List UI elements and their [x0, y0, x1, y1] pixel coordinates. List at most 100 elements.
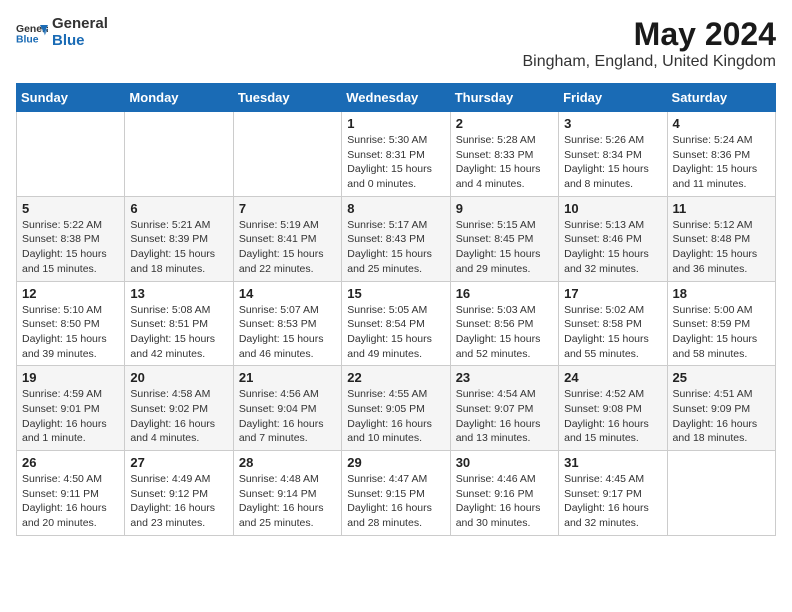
day-number: 14 [239, 286, 336, 301]
calendar-cell: 3 Sunrise: 5:26 AMSunset: 8:34 PMDaylight… [559, 112, 667, 197]
day-info: Sunrise: 5:28 AMSunset: 8:33 PMDaylight:… [456, 133, 553, 192]
day-info: Sunrise: 4:48 AMSunset: 9:14 PMDaylight:… [239, 472, 336, 531]
day-number: 23 [456, 370, 553, 385]
day-info: Sunrise: 5:03 AMSunset: 8:56 PMDaylight:… [456, 303, 553, 362]
calendar-cell [667, 451, 775, 536]
calendar-cell: 1 Sunrise: 5:30 AMSunset: 8:31 PMDaylight… [342, 112, 450, 197]
day-info: Sunrise: 4:46 AMSunset: 9:16 PMDaylight:… [456, 472, 553, 531]
day-number: 24 [564, 370, 661, 385]
week-row-2: 12Sunrise: 5:10 AMSunset: 8:50 PMDayligh… [17, 281, 776, 366]
day-info: Sunrise: 5:00 AMSunset: 8:59 PMDaylight:… [673, 303, 770, 362]
day-info: Sunrise: 5:21 AMSunset: 8:39 PMDaylight:… [130, 218, 227, 277]
calendar-cell: 28Sunrise: 4:48 AMSunset: 9:14 PMDayligh… [233, 451, 341, 536]
calendar-cell: 30 Sunrise: 4:46 AMSunset: 9:16 PMDayligh… [450, 451, 558, 536]
header-saturday: Saturday [667, 84, 775, 112]
calendar-cell: 24 Sunrise: 4:52 AMSunset: 9:08 PMDayligh… [559, 366, 667, 451]
calendar-cell: 14 Sunrise: 5:07 AMSunset: 8:53 PMDayligh… [233, 281, 341, 366]
day-info: Sunrise: 4:45 AMSunset: 9:17 PMDaylight:… [564, 472, 661, 531]
day-number: 3 [564, 116, 661, 131]
day-info: Sunrise: 4:49 AMSunset: 9:12 PMDaylight:… [130, 472, 227, 531]
header-wednesday: Wednesday [342, 84, 450, 112]
day-number: 1 [347, 116, 444, 131]
day-info: Sunrise: 4:58 AMSunset: 9:02 PMDaylight:… [130, 387, 227, 446]
calendar-cell: 22Sunrise: 4:55 AMSunset: 9:05 PMDayligh… [342, 366, 450, 451]
calendar-cell: 11 Sunrise: 5:12 AMSunset: 8:48 PMDayligh… [667, 196, 775, 281]
calendar-cell: 5 Sunrise: 5:22 AMSunset: 8:38 PMDaylight… [17, 196, 125, 281]
day-number: 20 [130, 370, 227, 385]
day-info: Sunrise: 4:59 AMSunset: 9:01 PMDaylight:… [22, 387, 119, 446]
header-sunday: Sunday [17, 84, 125, 112]
day-info: Sunrise: 5:12 AMSunset: 8:48 PMDaylight:… [673, 218, 770, 277]
logo-blue-text: Blue [52, 33, 108, 50]
calendar-cell: 12Sunrise: 5:10 AMSunset: 8:50 PMDayligh… [17, 281, 125, 366]
calendar-cell: 23 Sunrise: 4:54 AMSunset: 9:07 PMDayligh… [450, 366, 558, 451]
calendar-cell: 17 Sunrise: 5:02 AMSunset: 8:58 PMDayligh… [559, 281, 667, 366]
day-number: 10 [564, 201, 661, 216]
day-number: 6 [130, 201, 227, 216]
week-row-1: 5 Sunrise: 5:22 AMSunset: 8:38 PMDaylight… [17, 196, 776, 281]
day-info: Sunrise: 4:52 AMSunset: 9:08 PMDaylight:… [564, 387, 661, 446]
calendar-cell: 20 Sunrise: 4:58 AMSunset: 9:02 PMDayligh… [125, 366, 233, 451]
day-number: 2 [456, 116, 553, 131]
logo-icon: General Blue [16, 21, 48, 45]
header-tuesday: Tuesday [233, 84, 341, 112]
calendar-cell: 16 Sunrise: 5:03 AMSunset: 8:56 PMDayligh… [450, 281, 558, 366]
day-info: Sunrise: 4:55 AMSunset: 9:05 PMDaylight:… [347, 387, 444, 446]
location-subtitle: Bingham, England, United Kingdom [523, 53, 777, 71]
day-info: Sunrise: 4:51 AMSunset: 9:09 PMDaylight:… [673, 387, 770, 446]
calendar-cell: 4Sunrise: 5:24 AMSunset: 8:36 PMDaylight… [667, 112, 775, 197]
day-number: 8 [347, 201, 444, 216]
day-info: Sunrise: 5:22 AMSunset: 8:38 PMDaylight:… [22, 218, 119, 277]
day-info: Sunrise: 5:08 AMSunset: 8:51 PMDaylight:… [130, 303, 227, 362]
calendar-cell: 19 Sunrise: 4:59 AMSunset: 9:01 PMDayligh… [17, 366, 125, 451]
day-number: 4 [673, 116, 770, 131]
calendar-body: 1 Sunrise: 5:30 AMSunset: 8:31 PMDaylight… [17, 112, 776, 536]
day-info: Sunrise: 5:26 AMSunset: 8:34 PMDaylight:… [564, 133, 661, 192]
main-title: May 2024 [523, 16, 777, 53]
week-row-3: 19 Sunrise: 4:59 AMSunset: 9:01 PMDayligh… [17, 366, 776, 451]
day-number: 5 [22, 201, 119, 216]
day-info: Sunrise: 5:13 AMSunset: 8:46 PMDaylight:… [564, 218, 661, 277]
day-info: Sunrise: 5:07 AMSunset: 8:53 PMDaylight:… [239, 303, 336, 362]
day-info: Sunrise: 5:15 AMSunset: 8:45 PMDaylight:… [456, 218, 553, 277]
calendar-cell: 8Sunrise: 5:17 AMSunset: 8:43 PMDaylight… [342, 196, 450, 281]
calendar-cell: 26Sunrise: 4:50 AMSunset: 9:11 PMDayligh… [17, 451, 125, 536]
logo: General Blue General Blue [16, 16, 108, 49]
day-info: Sunrise: 5:10 AMSunset: 8:50 PMDaylight:… [22, 303, 119, 362]
day-number: 29 [347, 455, 444, 470]
day-number: 15 [347, 286, 444, 301]
day-info: Sunrise: 5:30 AMSunset: 8:31 PMDaylight:… [347, 133, 444, 192]
calendar-table: SundayMondayTuesdayWednesdayThursdayFrid… [16, 83, 776, 536]
week-row-0: 1 Sunrise: 5:30 AMSunset: 8:31 PMDaylight… [17, 112, 776, 197]
day-number: 13 [130, 286, 227, 301]
calendar-cell: 9Sunrise: 5:15 AMSunset: 8:45 PMDaylight… [450, 196, 558, 281]
calendar-cell: 31 Sunrise: 4:45 AMSunset: 9:17 PMDayligh… [559, 451, 667, 536]
day-number: 16 [456, 286, 553, 301]
calendar-cell: 10 Sunrise: 5:13 AMSunset: 8:46 PMDayligh… [559, 196, 667, 281]
calendar-cell: 15 Sunrise: 5:05 AMSunset: 8:54 PMDayligh… [342, 281, 450, 366]
day-number: 31 [564, 455, 661, 470]
header-monday: Monday [125, 84, 233, 112]
calendar-cell: 25Sunrise: 4:51 AMSunset: 9:09 PMDayligh… [667, 366, 775, 451]
calendar-cell: 6 Sunrise: 5:21 AMSunset: 8:39 PMDaylight… [125, 196, 233, 281]
calendar-cell [17, 112, 125, 197]
calendar-cell: 18 Sunrise: 5:00 AMSunset: 8:59 PMDayligh… [667, 281, 775, 366]
day-number: 17 [564, 286, 661, 301]
day-number: 11 [673, 201, 770, 216]
day-number: 27 [130, 455, 227, 470]
day-info: Sunrise: 4:47 AMSunset: 9:15 PMDaylight:… [347, 472, 444, 531]
calendar-cell [233, 112, 341, 197]
day-info: Sunrise: 5:02 AMSunset: 8:58 PMDaylight:… [564, 303, 661, 362]
week-row-4: 26Sunrise: 4:50 AMSunset: 9:11 PMDayligh… [17, 451, 776, 536]
header-thursday: Thursday [450, 84, 558, 112]
day-number: 19 [22, 370, 119, 385]
svg-text:Blue: Blue [16, 34, 39, 44]
day-info: Sunrise: 4:54 AMSunset: 9:07 PMDaylight:… [456, 387, 553, 446]
day-number: 18 [673, 286, 770, 301]
day-number: 7 [239, 201, 336, 216]
calendar-cell: 13 Sunrise: 5:08 AMSunset: 8:51 PMDayligh… [125, 281, 233, 366]
day-info: Sunrise: 5:05 AMSunset: 8:54 PMDaylight:… [347, 303, 444, 362]
day-number: 30 [456, 455, 553, 470]
day-info: Sunrise: 4:56 AMSunset: 9:04 PMDaylight:… [239, 387, 336, 446]
calendar-cell: 2 Sunrise: 5:28 AMSunset: 8:33 PMDaylight… [450, 112, 558, 197]
